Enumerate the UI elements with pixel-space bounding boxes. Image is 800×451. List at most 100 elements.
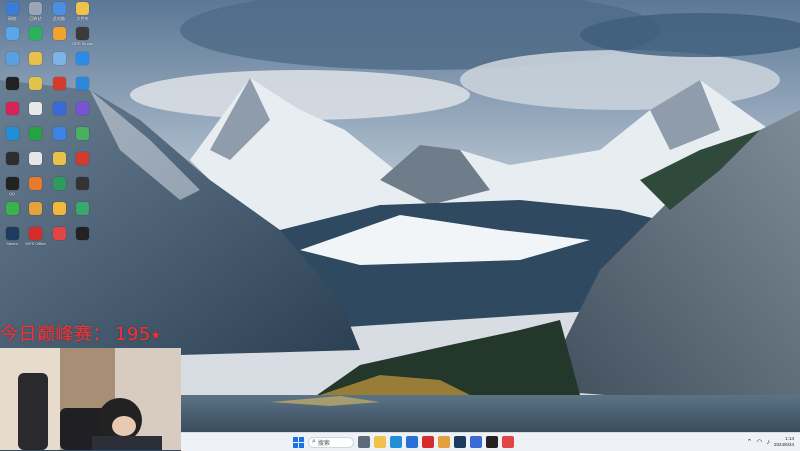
desktop-icon[interactable] (71, 202, 95, 217)
desktop-icon[interactable]: WPS Office (24, 227, 48, 246)
desktop-icon[interactable] (0, 77, 24, 92)
desktop-icon[interactable] (47, 152, 71, 167)
recycle-icon (5, 27, 19, 40)
desktop-icon[interactable] (47, 77, 71, 92)
desktop-icon-label: 此电脑 (53, 16, 65, 21)
clock[interactable]: 1:14 2024/6/24 (774, 436, 794, 447)
app-icon[interactable] (486, 436, 498, 448)
app-icon (52, 127, 66, 140)
desktop-icon[interactable]: Steam (0, 227, 24, 246)
network-icon (5, 2, 19, 15)
desktop-icon[interactable] (71, 227, 95, 242)
desktop-icon[interactable] (0, 127, 24, 142)
folder-icon (76, 2, 89, 15)
app-icon (5, 77, 19, 90)
edge-icon (5, 127, 19, 140)
desktop-icon[interactable] (47, 177, 71, 192)
recycle-bin-icon (29, 2, 42, 15)
store-icon[interactable] (406, 436, 418, 448)
app-icon (29, 102, 42, 115)
desktop-icon[interactable] (47, 52, 71, 67)
desktop-icon[interactable]: 此电脑 (47, 2, 71, 21)
desktop-icon[interactable] (47, 127, 71, 142)
edge-icon[interactable] (390, 436, 402, 448)
desktop-icon[interactable] (47, 227, 71, 242)
app-icon (76, 177, 89, 190)
stream-score-overlay: 今日巅峰赛： 195⭑ (0, 320, 161, 346)
app-icon (52, 177, 66, 190)
app-icon (5, 52, 19, 65)
app-icon[interactable] (438, 436, 450, 448)
app-icon (52, 102, 66, 115)
search-icon: ⌕ (312, 438, 316, 445)
chevron-up-icon[interactable]: ⌃ (746, 438, 752, 446)
desktop-icon[interactable] (71, 102, 95, 117)
desktop-icon[interactable] (24, 202, 48, 217)
desktop-icon[interactable] (0, 202, 24, 217)
desktop-icon[interactable] (47, 202, 71, 217)
app-icon (52, 27, 66, 40)
folder-icon (52, 152, 66, 165)
desktop-icon[interactable] (71, 152, 95, 167)
desktop-icon[interactable] (24, 52, 48, 67)
desktop-icon[interactable] (24, 127, 48, 142)
wps-icon[interactable] (422, 436, 434, 448)
desktop-icon[interactable] (71, 127, 95, 142)
overlay-value: 195 (115, 324, 151, 345)
desktop-icon[interactable] (24, 152, 48, 167)
task-view-icon[interactable] (358, 436, 370, 448)
app-icon (52, 202, 66, 215)
app-icon (5, 202, 19, 215)
taskbar-apps (358, 436, 514, 448)
webcam-image (0, 348, 181, 450)
wps-icon (29, 227, 42, 240)
taskbar-center: ⌕ 搜索 (293, 435, 514, 449)
steam-icon[interactable] (454, 436, 466, 448)
desktop-icon[interactable] (24, 77, 48, 92)
desktop-icon-label: WPS Office (25, 241, 46, 246)
desktop-icon[interactable]: 回收站 (24, 2, 48, 21)
search-box[interactable]: ⌕ 搜索 (308, 436, 354, 448)
desktop-icon[interactable] (0, 27, 24, 42)
app-icon (76, 227, 89, 240)
wifi-icon[interactable]: ◠ (756, 438, 762, 446)
folder-icon (29, 52, 42, 65)
desktop-icon[interactable] (24, 27, 48, 42)
system-tray: ⌃ ◠ ♪ 1:14 2024/6/24 (746, 434, 794, 450)
steam-icon (5, 227, 19, 240)
desktop-icon[interactable] (71, 52, 95, 67)
desktop-icon[interactable] (47, 27, 71, 42)
desktop-icon[interactable] (0, 152, 24, 167)
desktop-icon-label: 回收站 (29, 16, 42, 21)
app-icon (5, 102, 19, 115)
app-icon (76, 202, 89, 215)
app-icon (52, 227, 66, 240)
taskbar: ⌕ 搜索 ⌃ ◠ ♪ 1:14 2024/6/24 (181, 432, 800, 451)
obs-icon (76, 27, 89, 40)
app-icon[interactable] (470, 436, 482, 448)
app-icon[interactable] (502, 436, 514, 448)
app-icon (76, 102, 89, 115)
app-icon (29, 127, 42, 140)
start-button[interactable] (293, 436, 304, 448)
desktop-icon[interactable] (71, 77, 95, 92)
desktop-icon-grid: 网络 回收站 此电脑 文件夹 OBS Studio QQ Steam WPS Office (0, 0, 100, 350)
desktop-icon[interactable] (0, 102, 24, 117)
volume-icon[interactable]: ♪ (766, 439, 770, 446)
app-icon (76, 152, 89, 165)
desktop-icon[interactable]: 网络 (0, 2, 24, 21)
desktop-icon[interactable] (47, 102, 71, 117)
desktop-icon[interactable]: 文件夹 (71, 2, 95, 21)
desktop-icon[interactable]: OBS Studio (71, 27, 95, 46)
app-icon (76, 127, 89, 140)
file-explorer-icon[interactable] (374, 436, 386, 448)
desktop-icon[interactable] (24, 177, 48, 192)
star-icon: ⭑ (150, 324, 162, 345)
app-icon (29, 27, 42, 40)
desktop-icon[interactable] (71, 177, 95, 192)
desktop-icon[interactable] (24, 102, 48, 117)
desktop-icon[interactable] (0, 52, 24, 67)
desktop-icon-label: QQ (8, 191, 16, 196)
desktop-icon-label: Steam (6, 241, 18, 246)
desktop-icon[interactable]: QQ (0, 177, 24, 196)
